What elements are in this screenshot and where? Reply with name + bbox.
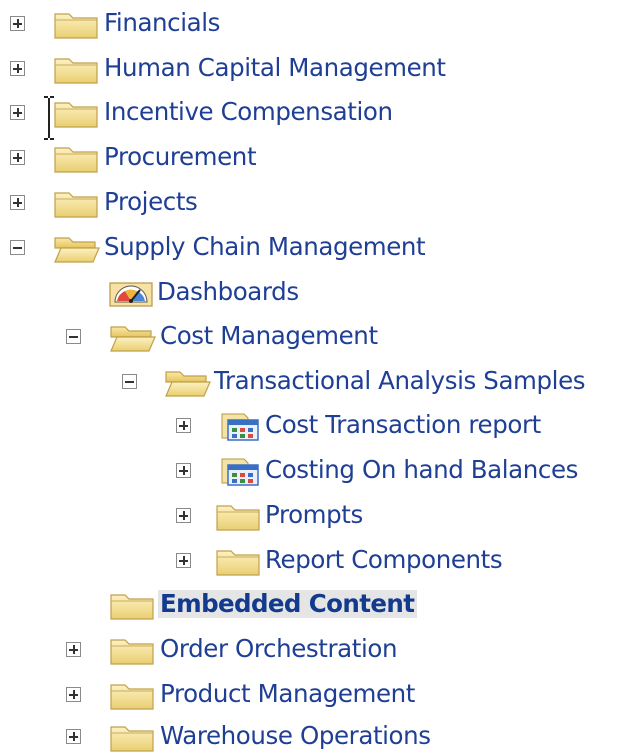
- tree-item-label-selected[interactable]: Embedded Content: [158, 590, 418, 618]
- folder-icon: [110, 684, 154, 710]
- tree-item-order-orchestration[interactable]: Order Orchestration: [0, 629, 639, 669]
- tree-item-label[interactable]: Incentive Compensation: [104, 98, 393, 126]
- tree-item-label[interactable]: Human Capital Management: [104, 54, 446, 82]
- expand-icon[interactable]: [176, 553, 191, 568]
- expand-icon[interactable]: [10, 105, 25, 120]
- folder-icon: [54, 192, 98, 218]
- expand-icon[interactable]: [10, 150, 25, 165]
- tree-item-human-capital-management[interactable]: Human Capital Management: [0, 48, 639, 88]
- tree-item-embedded-content[interactable]: Embedded Content: [0, 584, 639, 624]
- folder-open-icon: [110, 326, 156, 352]
- tree-item-label[interactable]: Order Orchestration: [160, 635, 397, 663]
- tree-item-product-management[interactable]: Product Management: [0, 674, 639, 714]
- tree-item-label[interactable]: Projects: [104, 188, 198, 216]
- tree-item-label[interactable]: Supply Chain Management: [104, 233, 426, 261]
- expand-icon[interactable]: [176, 508, 191, 523]
- collapse-icon[interactable]: [66, 329, 81, 344]
- folder-icon: [110, 594, 154, 620]
- folder-icon: [54, 147, 98, 173]
- dashboard-icon: [109, 282, 153, 307]
- expand-icon[interactable]: [66, 687, 81, 702]
- expand-icon[interactable]: [66, 729, 81, 744]
- tree-item-label[interactable]: Product Management: [160, 680, 415, 708]
- folder-open-icon: [54, 237, 100, 263]
- analysis-icon: [221, 413, 259, 441]
- tree-item-label[interactable]: Transactional Analysis Samples: [214, 367, 586, 395]
- tree-item-dashboards[interactable]: Dashboards: [0, 272, 639, 312]
- folder-icon: [216, 550, 260, 576]
- collapse-icon[interactable]: [10, 240, 25, 255]
- collapse-icon[interactable]: [122, 374, 137, 389]
- folder-icon: [110, 726, 154, 752]
- tree-item-prompts[interactable]: Prompts: [0, 495, 639, 535]
- folder-icon: [54, 13, 98, 39]
- analysis-icon: [221, 458, 259, 486]
- text-cursor-icon: [44, 96, 54, 140]
- tree-item-label[interactable]: Prompts: [265, 501, 363, 529]
- expand-icon[interactable]: [10, 16, 25, 31]
- tree-item-transactional-analysis-samples[interactable]: Transactional Analysis Samples: [0, 361, 639, 401]
- tree-item-label[interactable]: Cost Management: [160, 322, 378, 350]
- expand-icon[interactable]: [176, 463, 191, 478]
- folder-icon: [54, 58, 98, 84]
- tree-item-projects[interactable]: Projects: [0, 182, 639, 222]
- folder-icon: [216, 505, 260, 531]
- tree-item-costing-on-hand-balances[interactable]: Costing On hand Balances: [0, 450, 639, 490]
- expand-icon[interactable]: [66, 642, 81, 657]
- tree-item-procurement[interactable]: Procurement: [0, 137, 639, 177]
- tree-item-incentive-compensation[interactable]: Incentive Compensation: [0, 92, 639, 132]
- tree-item-label[interactable]: Warehouse Operations: [160, 722, 431, 750]
- tree-item-report-components[interactable]: Report Components: [0, 540, 639, 580]
- tree-item-label[interactable]: Financials: [104, 9, 220, 37]
- tree-item-supply-chain-management[interactable]: Supply Chain Management: [0, 227, 639, 267]
- tree-item-label[interactable]: Report Components: [265, 546, 503, 574]
- tree-item-label[interactable]: Procurement: [104, 143, 257, 171]
- tree-item-label[interactable]: Cost Transaction report: [265, 411, 541, 439]
- catalog-tree: Financials Human Capital Management Ince…: [0, 0, 639, 756]
- tree-item-label[interactable]: Costing On hand Balances: [265, 456, 578, 484]
- tree-item-cost-management[interactable]: Cost Management: [0, 316, 639, 356]
- tree-item-cost-transaction-report[interactable]: Cost Transaction report: [0, 405, 639, 445]
- tree-item-warehouse-operations[interactable]: Warehouse Operations: [0, 716, 639, 756]
- folder-open-icon: [165, 371, 211, 397]
- folder-icon: [54, 102, 98, 128]
- expand-icon[interactable]: [10, 61, 25, 76]
- expand-icon[interactable]: [10, 195, 25, 210]
- folder-icon: [110, 639, 154, 665]
- expand-icon[interactable]: [176, 418, 191, 433]
- tree-item-financials[interactable]: Financials: [0, 3, 639, 43]
- tree-item-label[interactable]: Dashboards: [157, 278, 299, 306]
